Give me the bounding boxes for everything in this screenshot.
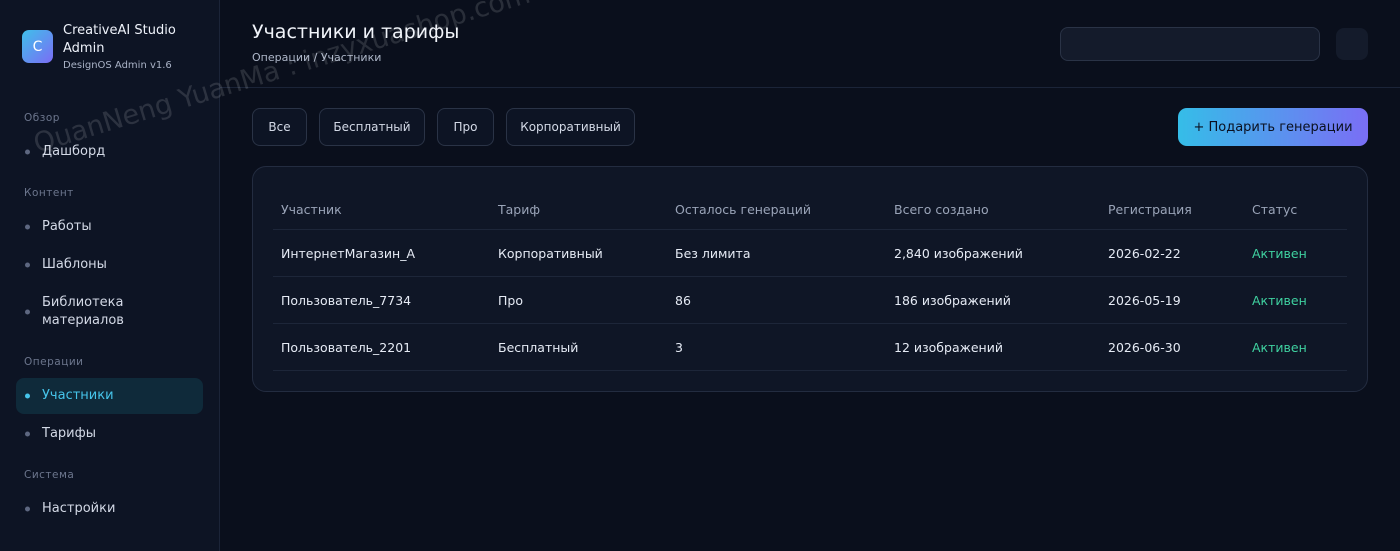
main-content: Участники и тарифы Операции / Участники … [220,0,1400,551]
brand-version: DesignOS Admin v1.6 [63,60,172,71]
table-row[interactable]: Пользователь_7734 Про 86 186 изображений… [273,277,1347,324]
status-badge: Активен [1252,245,1307,261]
status-badge: Активен [1252,339,1307,355]
table-row[interactable]: Пользователь_2201 Бесплатный 3 12 изобра… [273,324,1347,371]
cell-member: Пользователь_7734 [281,292,412,308]
status-badge: Активен [1252,292,1307,308]
cell-remaining: 86 [675,292,691,308]
sidebar-item-label: Работы [42,218,92,234]
sidebar-item-materials-library[interactable]: Библиотека материалов [16,293,203,331]
cell-remaining: Без лимита [675,245,751,261]
filter-pro-button[interactable]: Про [437,108,494,146]
bullet-icon [25,431,30,436]
cell-plan: Про [498,292,523,308]
cell-plan: Корпоративный [498,245,603,261]
search-input[interactable] [1060,27,1320,61]
sidebar-item-label: Участники [42,388,114,403]
header-action-button[interactable] [1336,28,1368,60]
sidebar-item-label: Тарифы [42,425,96,441]
cell-registration: 2026-06-30 [1108,339,1181,355]
brand-logo: C [22,30,53,63]
column-header-status[interactable]: Статус [1252,189,1297,229]
bullet-icon [25,262,30,267]
bullet-icon [25,309,30,315]
cell-total: 186 изображений [894,292,1011,308]
cell-plan: Бесплатный [498,339,579,355]
brand-text: CreativeAI Studio Admin DesignOS Admin v… [63,22,203,73]
filter-all-button[interactable]: Все [252,108,307,146]
brand: C CreativeAI Studio Admin DesignOS Admin… [22,22,203,73]
sidebar-item-templates[interactable]: Шаблоны [16,253,203,276]
sidebar-item-members[interactable]: Участники [16,378,203,414]
sidebar: C CreativeAI Studio Admin DesignOS Admin… [0,0,220,551]
filter-free-button[interactable]: Бесплатный [319,108,425,146]
page-title: Участники и тарифы [252,21,460,43]
cell-registration: 2026-02-22 [1108,245,1181,261]
nav-section-operations: Операции [24,356,84,368]
filter-corporate-button[interactable]: Корпоративный [506,108,635,146]
sidebar-item-works[interactable]: Работы [16,215,203,238]
cell-total: 12 изображений [894,339,1003,355]
cell-member: ИнтернетМагазин_A [281,245,415,261]
bullet-icon [25,149,30,154]
breadcrumb: Операции / Участники [252,51,382,64]
bullet-icon [25,224,30,229]
nav-section-system: Система [24,469,75,481]
gift-generations-button[interactable]: + Подарить генерации [1178,108,1368,146]
bullet-icon [25,506,30,511]
column-header-member[interactable]: Участник [281,189,342,229]
sidebar-item-label: Шаблоны [42,256,107,272]
bullet-icon [25,393,30,399]
sidebar-item-label: Настройки [42,500,116,516]
column-header-registration[interactable]: Регистрация [1108,189,1192,229]
brand-title: CreativeAI Studio Admin [63,23,176,56]
sidebar-item-plans[interactable]: Тарифы [16,422,203,445]
table-row[interactable]: ИнтернетМагазин_A Корпоративный Без лими… [273,230,1347,277]
table-header-row: Участник Тариф Осталось генераций Всего … [273,189,1347,230]
sidebar-item-settings[interactable]: Настройки [16,497,203,520]
column-header-plan[interactable]: Тариф [498,189,540,229]
cell-total: 2,840 изображений [894,245,1023,261]
column-header-total[interactable]: Всего создано [894,189,989,229]
cell-registration: 2026-05-19 [1108,292,1181,308]
cell-member: Пользователь_2201 [281,339,412,355]
column-header-remaining[interactable]: Осталось генераций [675,189,811,229]
nav-section-overview: Обзор [24,112,60,124]
app-root: C CreativeAI Studio Admin DesignOS Admin… [0,0,1400,551]
sidebar-item-label: Библиотека материалов [42,295,124,328]
members-table: Участник Тариф Осталось генераций Всего … [273,189,1347,371]
sidebar-item-label: Дашборд [42,143,106,159]
sidebar-item-dashboard[interactable]: Дашборд [16,140,203,163]
cell-remaining: 3 [675,339,683,355]
nav-section-content: Контент [24,187,74,199]
members-card: Участник Тариф Осталось генераций Всего … [252,166,1368,392]
page-header: Участники и тарифы Операции / Участники [220,0,1400,88]
